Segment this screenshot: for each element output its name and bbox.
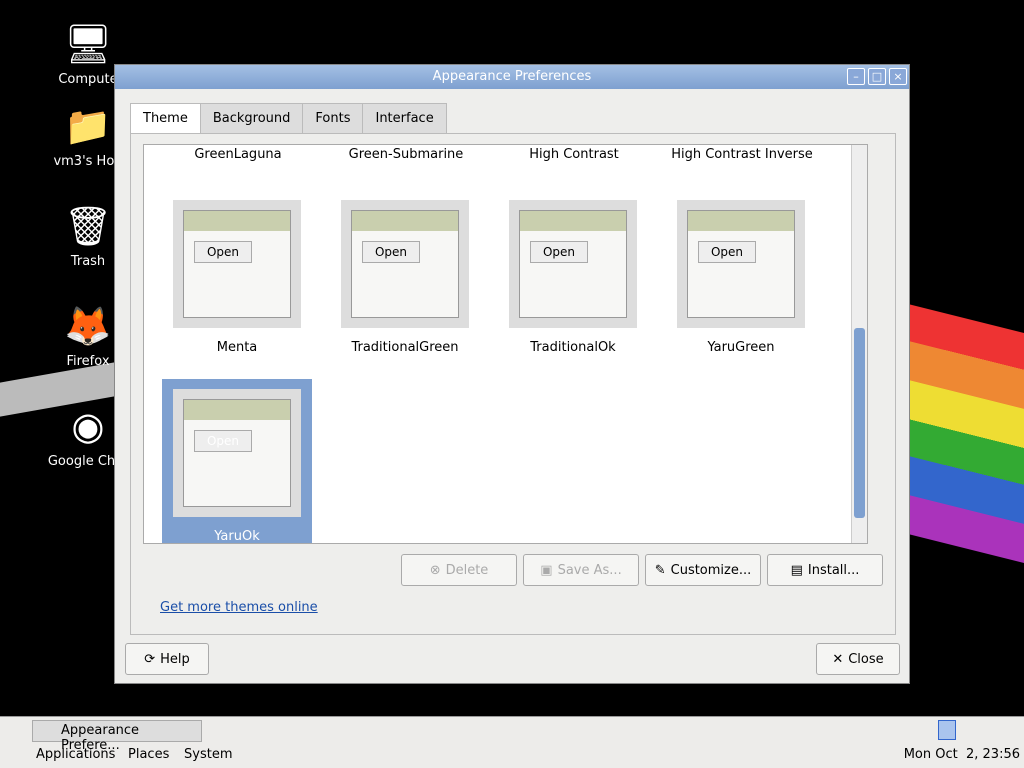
theme-item[interactable]: Open Menta	[162, 190, 312, 358]
folder-icon: ▤	[790, 562, 803, 578]
appearance-window: Appearance Preferences – □ × Theme Backg…	[114, 64, 910, 684]
theme-name: High Contrast Inverse	[671, 147, 813, 162]
theme-name: GreenLaguna	[194, 147, 282, 162]
help-icon: ⟳	[144, 651, 156, 667]
tab-theme[interactable]: Theme	[130, 103, 201, 134]
close-button[interactable]: ✕ Close	[816, 643, 900, 675]
install-button[interactable]: ▤ Install...	[767, 554, 883, 586]
scrollbar-thumb[interactable]	[854, 328, 865, 518]
tab-fonts[interactable]: Fonts	[302, 103, 364, 134]
theme-item-selected[interactable]: Open YaruOk	[162, 379, 312, 543]
delete-button[interactable]: ⊗ Delete	[401, 554, 517, 586]
theme-name: High Contrast	[529, 147, 619, 162]
customize-button[interactable]: ✎ Customize...	[645, 554, 761, 586]
close-window-button[interactable]: ×	[889, 68, 907, 85]
menu-applications[interactable]: Applications	[36, 747, 115, 762]
get-more-themes-link[interactable]: Get more themes online	[160, 600, 318, 615]
title-bar[interactable]: Appearance Preferences – □ ×	[115, 65, 909, 89]
theme-item[interactable]: Open YaruGreen	[666, 190, 816, 358]
wallpaper-rainbow	[904, 303, 1024, 563]
theme-item[interactable]: Open TraditionalOk	[498, 190, 648, 358]
task-appearance[interactable]: Appearance Prefere...	[32, 720, 202, 753]
delete-icon: ⊗	[429, 562, 441, 578]
theme-list[interactable]: GreenLaguna Green-Submarine High Contras…	[143, 144, 868, 544]
theme-panel: GreenLaguna Green-Submarine High Contras…	[130, 133, 896, 635]
workspace-1[interactable]	[938, 720, 956, 740]
taskbar: Appearance Prefere... Applications Place…	[0, 716, 1024, 768]
save-icon: ▣	[540, 562, 553, 578]
edit-icon: ✎	[654, 562, 666, 578]
menu-places[interactable]: Places	[128, 747, 169, 762]
maximize-button[interactable]: □	[868, 68, 886, 85]
theme-name: Green-Submarine	[348, 147, 464, 162]
help-button[interactable]: ⟳ Help	[125, 643, 209, 675]
vertical-scrollbar[interactable]	[851, 145, 867, 543]
theme-item[interactable]: Open TraditionalGreen	[330, 190, 480, 358]
save-as-button[interactable]: ▣ Save As...	[523, 554, 639, 586]
minimize-button[interactable]: –	[847, 68, 865, 85]
clock[interactable]: Mon Oct 2, 23:56	[904, 747, 1020, 762]
tab-interface[interactable]: Interface	[362, 103, 447, 134]
tab-background[interactable]: Background	[199, 103, 304, 134]
menu-system[interactable]: System	[184, 747, 232, 762]
window-title: Appearance Preferences	[432, 69, 592, 84]
close-icon: ✕	[832, 651, 844, 667]
